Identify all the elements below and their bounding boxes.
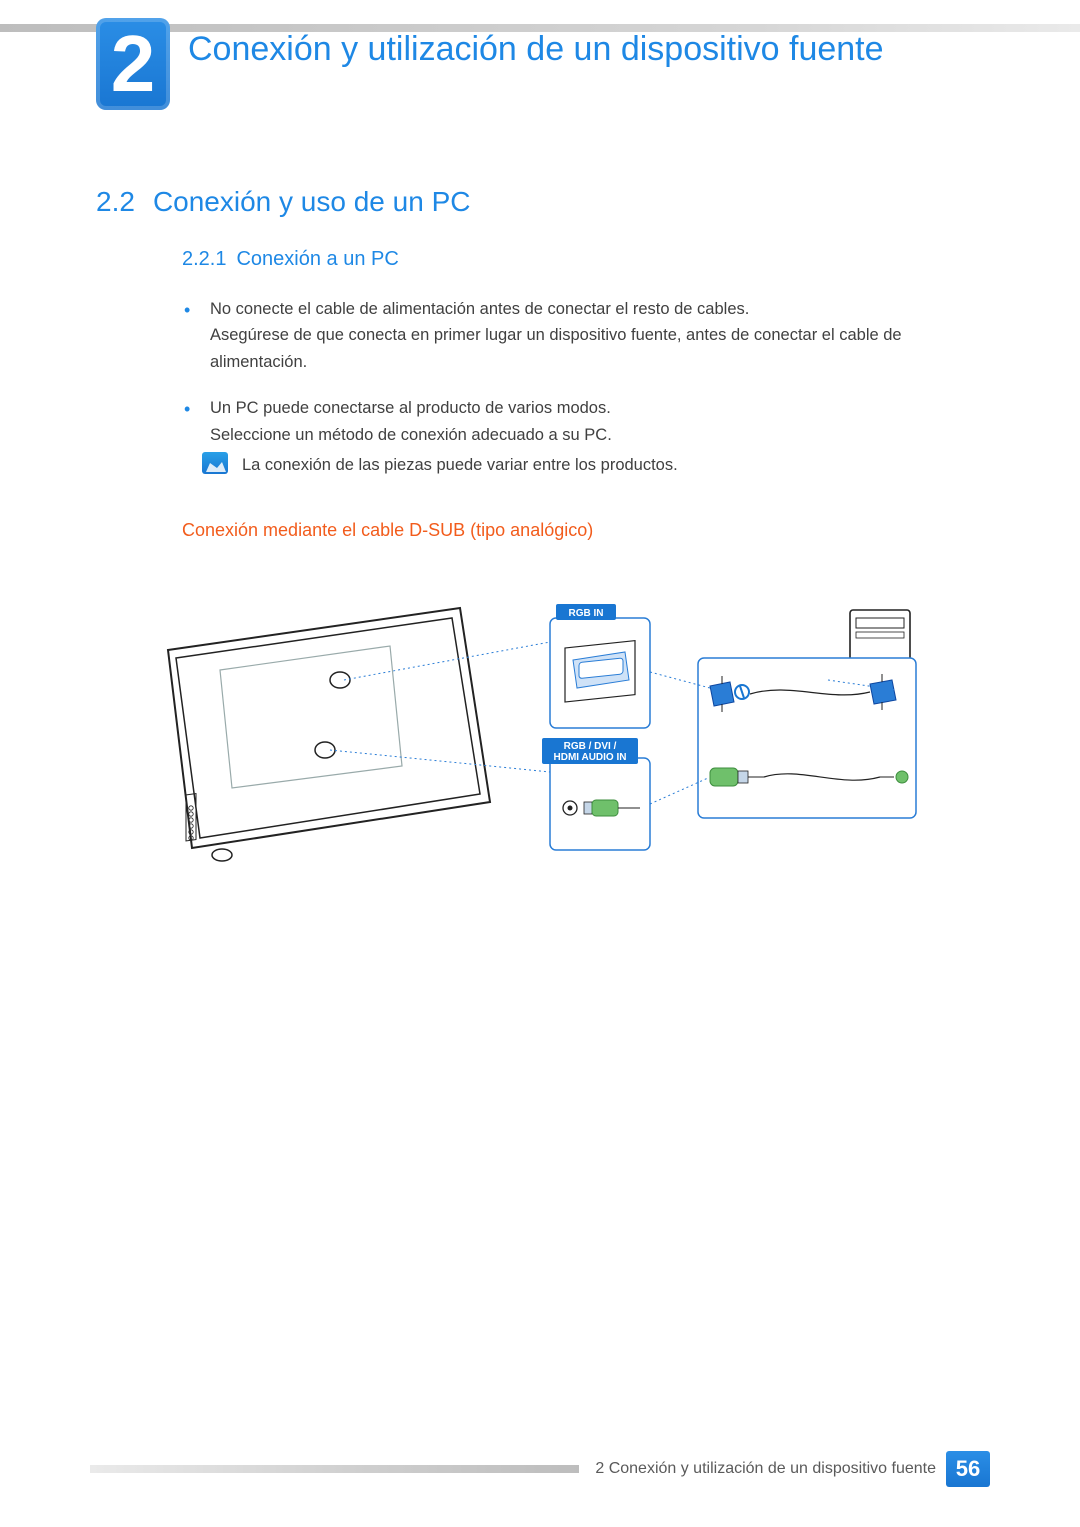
callout-label-audio-line1: RGB / DVI / (564, 741, 617, 752)
chapter-title: Conexión y utilización de un dispositivo… (188, 28, 884, 71)
footer-text: 2 Conexión y utilización de un dispositi… (595, 1460, 936, 1478)
subsection-heading: 2.2.1 Conexión a un PC (182, 248, 399, 271)
list-text: Un PC puede conectarse al producto de va… (210, 399, 611, 417)
list-text: No conecte el cable de alimentación ante… (210, 300, 749, 318)
chapter-number: 2 (111, 24, 156, 104)
footer: 2 Conexión y utilización de un dispositi… (90, 1451, 990, 1487)
cables-callout (698, 658, 916, 818)
callout-audio-in: RGB / DVI / HDMI AUDIO IN (542, 738, 650, 850)
list-item: Un PC puede conectarse al producto de va… (182, 395, 980, 448)
section-heading: 2.2 Conexión y uso de un PC (96, 186, 470, 218)
list-item: No conecte el cable de alimentación ante… (182, 296, 980, 375)
connection-diagram: RGB IN RGB / DVI / HDMI AUDIO IN (150, 580, 930, 900)
section-number: 2.2 (96, 186, 135, 217)
note-icon (202, 452, 228, 474)
chapter-number-badge: 2 (96, 18, 170, 110)
callout-rgb-in: RGB IN (550, 604, 650, 728)
footer-page-number: 56 (946, 1451, 990, 1487)
section-title: Conexión y uso de un PC (153, 186, 471, 217)
note-row: La conexión de las piezas puede variar e… (202, 452, 980, 478)
list-text: Asegúrese de que conecta en primer lugar… (210, 326, 902, 370)
subsection-title: Conexión a un PC (236, 248, 398, 270)
footer-bar (90, 1465, 579, 1473)
heading-connection-type: Conexión mediante el cable D-SUB (tipo a… (182, 520, 593, 541)
list-text: Seleccione un método de conexión adecuad… (210, 426, 612, 444)
bullet-list: No conecte el cable de alimentación ante… (182, 296, 980, 468)
callout-label-audio-line2: HDMI AUDIO IN (554, 752, 627, 763)
note-text: La conexión de las piezas puede variar e… (242, 452, 678, 478)
display-panel-icon (168, 608, 490, 861)
callout-label-rgb-in: RGB IN (569, 608, 604, 619)
subsection-number: 2.2.1 (182, 248, 226, 270)
